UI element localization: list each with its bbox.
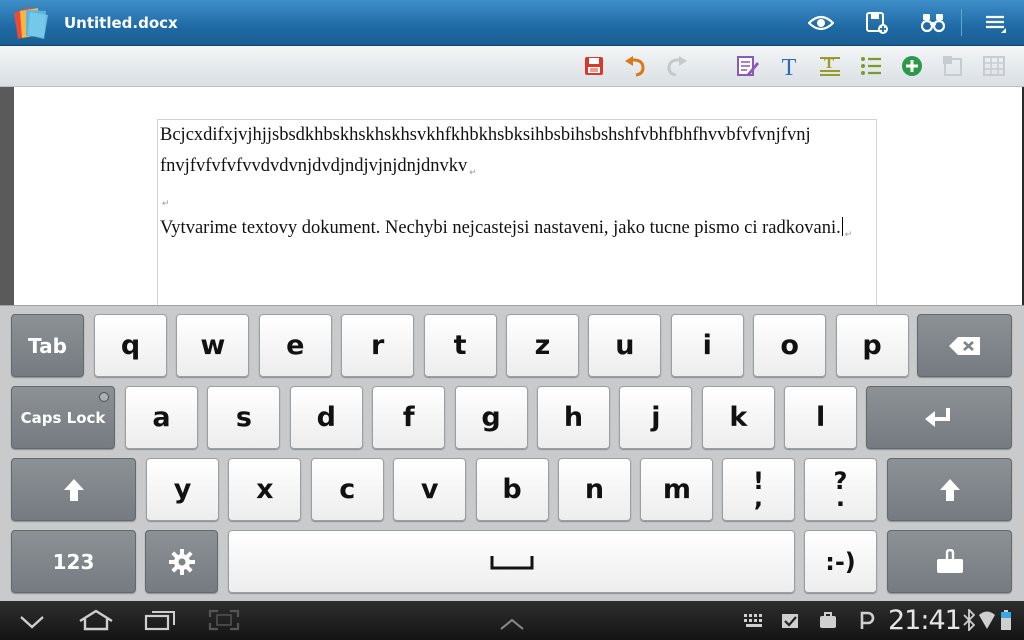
key-h[interactable]: h xyxy=(537,386,610,449)
key-e[interactable]: e xyxy=(258,314,332,377)
key-c[interactable]: c xyxy=(310,458,384,521)
key-g[interactable]: g xyxy=(454,386,528,449)
key-d[interactable]: d xyxy=(289,386,363,449)
paragraph-3[interactable]: Vytvarime textovy dokument. Nechybi nejc… xyxy=(160,213,872,250)
on-screen-keyboard: Tab Caps Lock !, ?. 123 :-) qwertzuiop as… xyxy=(0,305,1024,602)
key-z[interactable]: z xyxy=(506,314,579,377)
shift-key-left[interactable] xyxy=(11,458,136,521)
paragraph-format-icon[interactable]: T xyxy=(816,52,844,80)
find-binoculars-icon[interactable] xyxy=(920,10,946,36)
key-s[interactable]: s xyxy=(207,386,281,449)
clipboard-icon xyxy=(936,548,963,573)
key-b[interactable]: b xyxy=(475,458,549,521)
recent-apps-icon[interactable] xyxy=(144,608,176,632)
settings-key[interactable] xyxy=(145,530,218,593)
document-title: Untitled.docx xyxy=(64,14,178,32)
numbers-key[interactable]: 123 xyxy=(11,530,136,593)
key-k[interactable]: k xyxy=(701,386,775,449)
key-o[interactable]: o xyxy=(753,314,827,377)
key-a[interactable]: a xyxy=(125,386,198,449)
title-bar-separator xyxy=(961,9,962,36)
shift-icon xyxy=(63,478,84,501)
caps-lock-key[interactable]: Caps Lock xyxy=(11,386,115,449)
edit-document-icon[interactable] xyxy=(733,52,761,80)
screenshot-icon[interactable] xyxy=(208,608,240,632)
keyboard-hide-icon[interactable] xyxy=(498,612,526,636)
smiley-key[interactable]: :-) xyxy=(804,530,877,593)
key-y[interactable]: y xyxy=(146,458,219,521)
key-l[interactable]: l xyxy=(784,386,858,449)
enter-key[interactable] xyxy=(866,386,1012,449)
text-format-icon[interactable]: T xyxy=(775,52,803,80)
paragraph-mark-icon: ↵ xyxy=(162,198,170,208)
key-r[interactable]: r xyxy=(341,314,415,377)
key-q[interactable]: q xyxy=(94,314,167,377)
document-gutter xyxy=(0,87,14,305)
keyboard-icon xyxy=(742,609,766,633)
shift-key-right[interactable] xyxy=(887,458,1012,521)
p-icon xyxy=(858,608,876,632)
caps-lock-indicator xyxy=(99,392,109,402)
enter-icon xyxy=(925,407,950,427)
backspace-icon xyxy=(948,336,980,355)
app-logo-icon xyxy=(8,5,52,41)
undo-icon[interactable] xyxy=(621,52,649,80)
paragraph-mark-icon: ↵ xyxy=(469,167,477,177)
menu-icon[interactable] xyxy=(982,10,1008,36)
space-icon xyxy=(490,555,533,569)
insert-icon[interactable] xyxy=(898,52,926,80)
insert-image-icon[interactable] xyxy=(939,52,967,80)
paragraph-1[interactable]: Bcjcxdifxjvjhjjsbsdkhbskhskhskhsvkhfkhbk… xyxy=(160,120,872,188)
key-x[interactable]: x xyxy=(228,458,302,521)
download-done-icon xyxy=(779,608,801,632)
save-as-icon[interactable] xyxy=(864,10,890,36)
text-cursor xyxy=(841,217,843,236)
wifi-icon xyxy=(978,608,996,632)
key-t[interactable]: t xyxy=(423,314,497,377)
gear-icon xyxy=(168,548,195,575)
redo-icon[interactable] xyxy=(663,52,691,80)
clipboard-key[interactable] xyxy=(887,530,1012,593)
svg-text:T: T xyxy=(782,55,797,78)
question-period-key[interactable]: ?. xyxy=(804,458,877,521)
home-icon[interactable] xyxy=(78,608,114,632)
space-key[interactable] xyxy=(228,530,795,593)
key-u[interactable]: u xyxy=(588,314,662,377)
paragraph-mark-icon: ↵ xyxy=(844,229,853,239)
bluetooth-icon xyxy=(962,608,976,632)
insert-table-icon[interactable] xyxy=(980,52,1008,80)
back-icon[interactable] xyxy=(18,610,46,634)
key-f[interactable]: f xyxy=(372,386,446,449)
key-n[interactable]: n xyxy=(558,458,631,521)
shift-icon xyxy=(939,478,960,501)
key-v[interactable]: v xyxy=(393,458,467,521)
key-m[interactable]: m xyxy=(640,458,714,521)
battery-icon xyxy=(999,608,1013,632)
list-icon[interactable] xyxy=(857,52,885,80)
exclamation-comma-key[interactable]: !, xyxy=(722,458,795,521)
eye-icon[interactable] xyxy=(808,10,834,36)
backspace-key[interactable] xyxy=(917,314,1012,377)
document-page[interactable]: Bcjcxdifxjvjhjjsbsdkhbskhskhskhsvkhfkhbk… xyxy=(157,119,877,306)
bag-icon xyxy=(817,608,839,632)
tab-key[interactable]: Tab xyxy=(11,314,84,377)
clock: 21:41 xyxy=(888,605,962,636)
save-icon[interactable] xyxy=(580,52,608,80)
key-i[interactable]: i xyxy=(670,314,744,377)
key-w[interactable]: w xyxy=(176,314,250,377)
key-p[interactable]: p xyxy=(835,314,909,377)
key-j[interactable]: j xyxy=(619,386,693,449)
